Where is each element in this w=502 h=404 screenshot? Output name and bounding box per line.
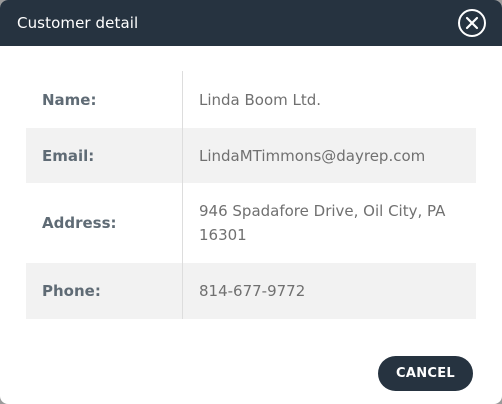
- detail-row-name: Name: Linda Boom Ltd.: [26, 71, 476, 128]
- phone-value: 814-677-9772: [199, 282, 306, 300]
- detail-row-address: Address: 946 Spadafore Drive, Oil City, …: [26, 183, 476, 263]
- dialog-header: Customer detail: [0, 0, 502, 46]
- close-icon: [465, 16, 479, 30]
- detail-row-phone: Phone: 814-677-9772: [26, 263, 476, 319]
- customer-detail-table: Name: Linda Boom Ltd. Email: LindaMTimmo…: [26, 71, 476, 319]
- phone-label: Phone:: [26, 263, 183, 319]
- cancel-button[interactable]: CANCEL: [378, 356, 473, 391]
- address-label: Address:: [26, 183, 183, 263]
- name-label: Name:: [26, 71, 183, 128]
- name-value: Linda Boom Ltd.: [199, 90, 322, 109]
- detail-row-email: Email: LindaMTimmons@dayrep.com: [26, 128, 476, 183]
- email-label: Email:: [26, 128, 183, 183]
- address-value: 946 Spadafore Drive, Oil City, PA 16301: [199, 202, 446, 244]
- close-button[interactable]: [458, 9, 486, 37]
- customer-detail-dialog: Customer detail Name: Linda Boom Ltd. Em…: [0, 0, 502, 404]
- email-value: LindaMTimmons@dayrep.com: [199, 146, 426, 165]
- dialog-title: Customer detail: [17, 14, 139, 32]
